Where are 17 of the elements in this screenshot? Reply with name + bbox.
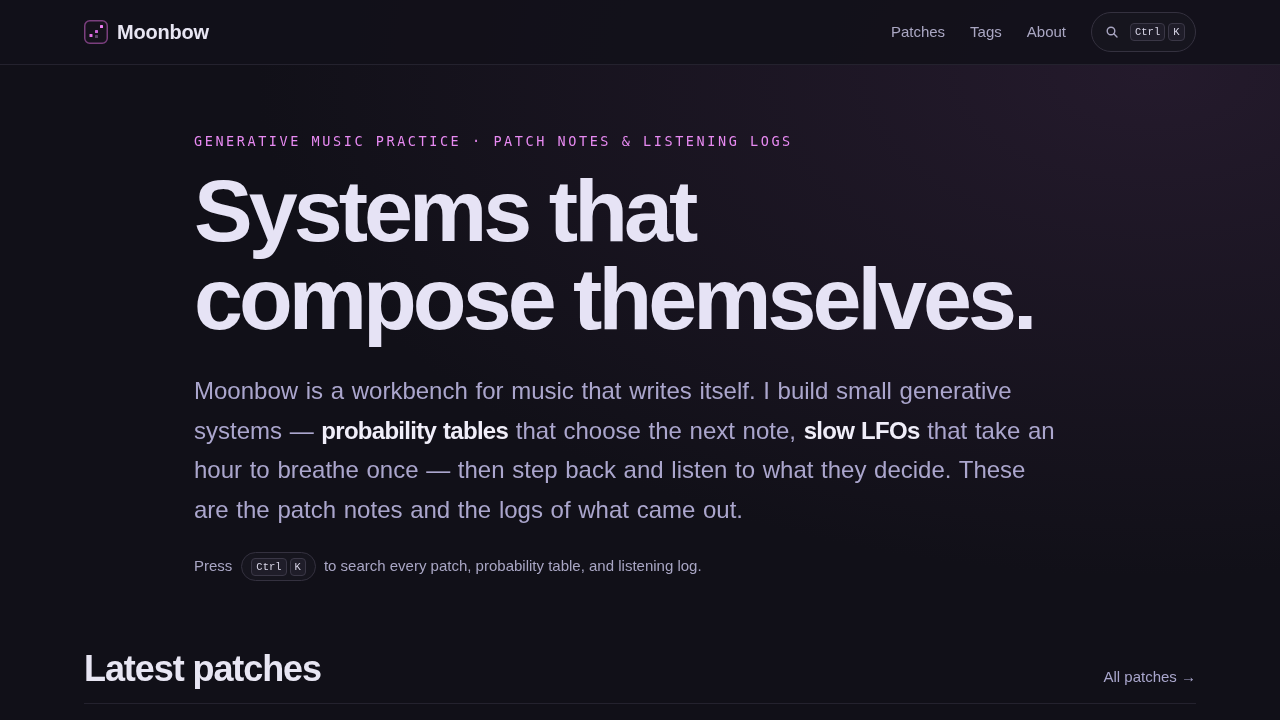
logo-icon	[84, 20, 108, 44]
eyebrow-text: GENERATIVE MUSIC PRACTICE · PATCH NOTES & LISTENING LOGS	[194, 132, 794, 151]
key-cap: Ctrl	[251, 557, 287, 576]
nav-link[interactable]: About	[1026, 20, 1066, 44]
nav-link[interactable]: Tags	[970, 20, 1002, 44]
search-icon	[1106, 26, 1118, 38]
intro-paragraph: Moonbow is a workbench for music that writes itself. I build small generative systems — probability tables that choose the next note, slow LFOs that take an hour to breathe once — then step back and listen to what they decide. These are the patch notes and the logs of what came out.	[194, 376, 1056, 525]
all-patches-link[interactable]: All patches →	[1103, 665, 1196, 688]
search-button[interactable]: Ctrl K	[1091, 12, 1196, 52]
key-cap: K	[289, 557, 306, 576]
hint-text: to search every patch, probability table, and listening log.	[323, 556, 702, 577]
nav-link[interactable]: Patches	[890, 20, 946, 44]
brand-name[interactable]: Moonbow	[117, 17, 209, 47]
section-heading: Latest patches	[84, 649, 321, 689]
key-cap: Ctrl	[1130, 23, 1166, 41]
hint-text: Press	[194, 556, 233, 577]
key-cap: K	[1168, 23, 1185, 41]
